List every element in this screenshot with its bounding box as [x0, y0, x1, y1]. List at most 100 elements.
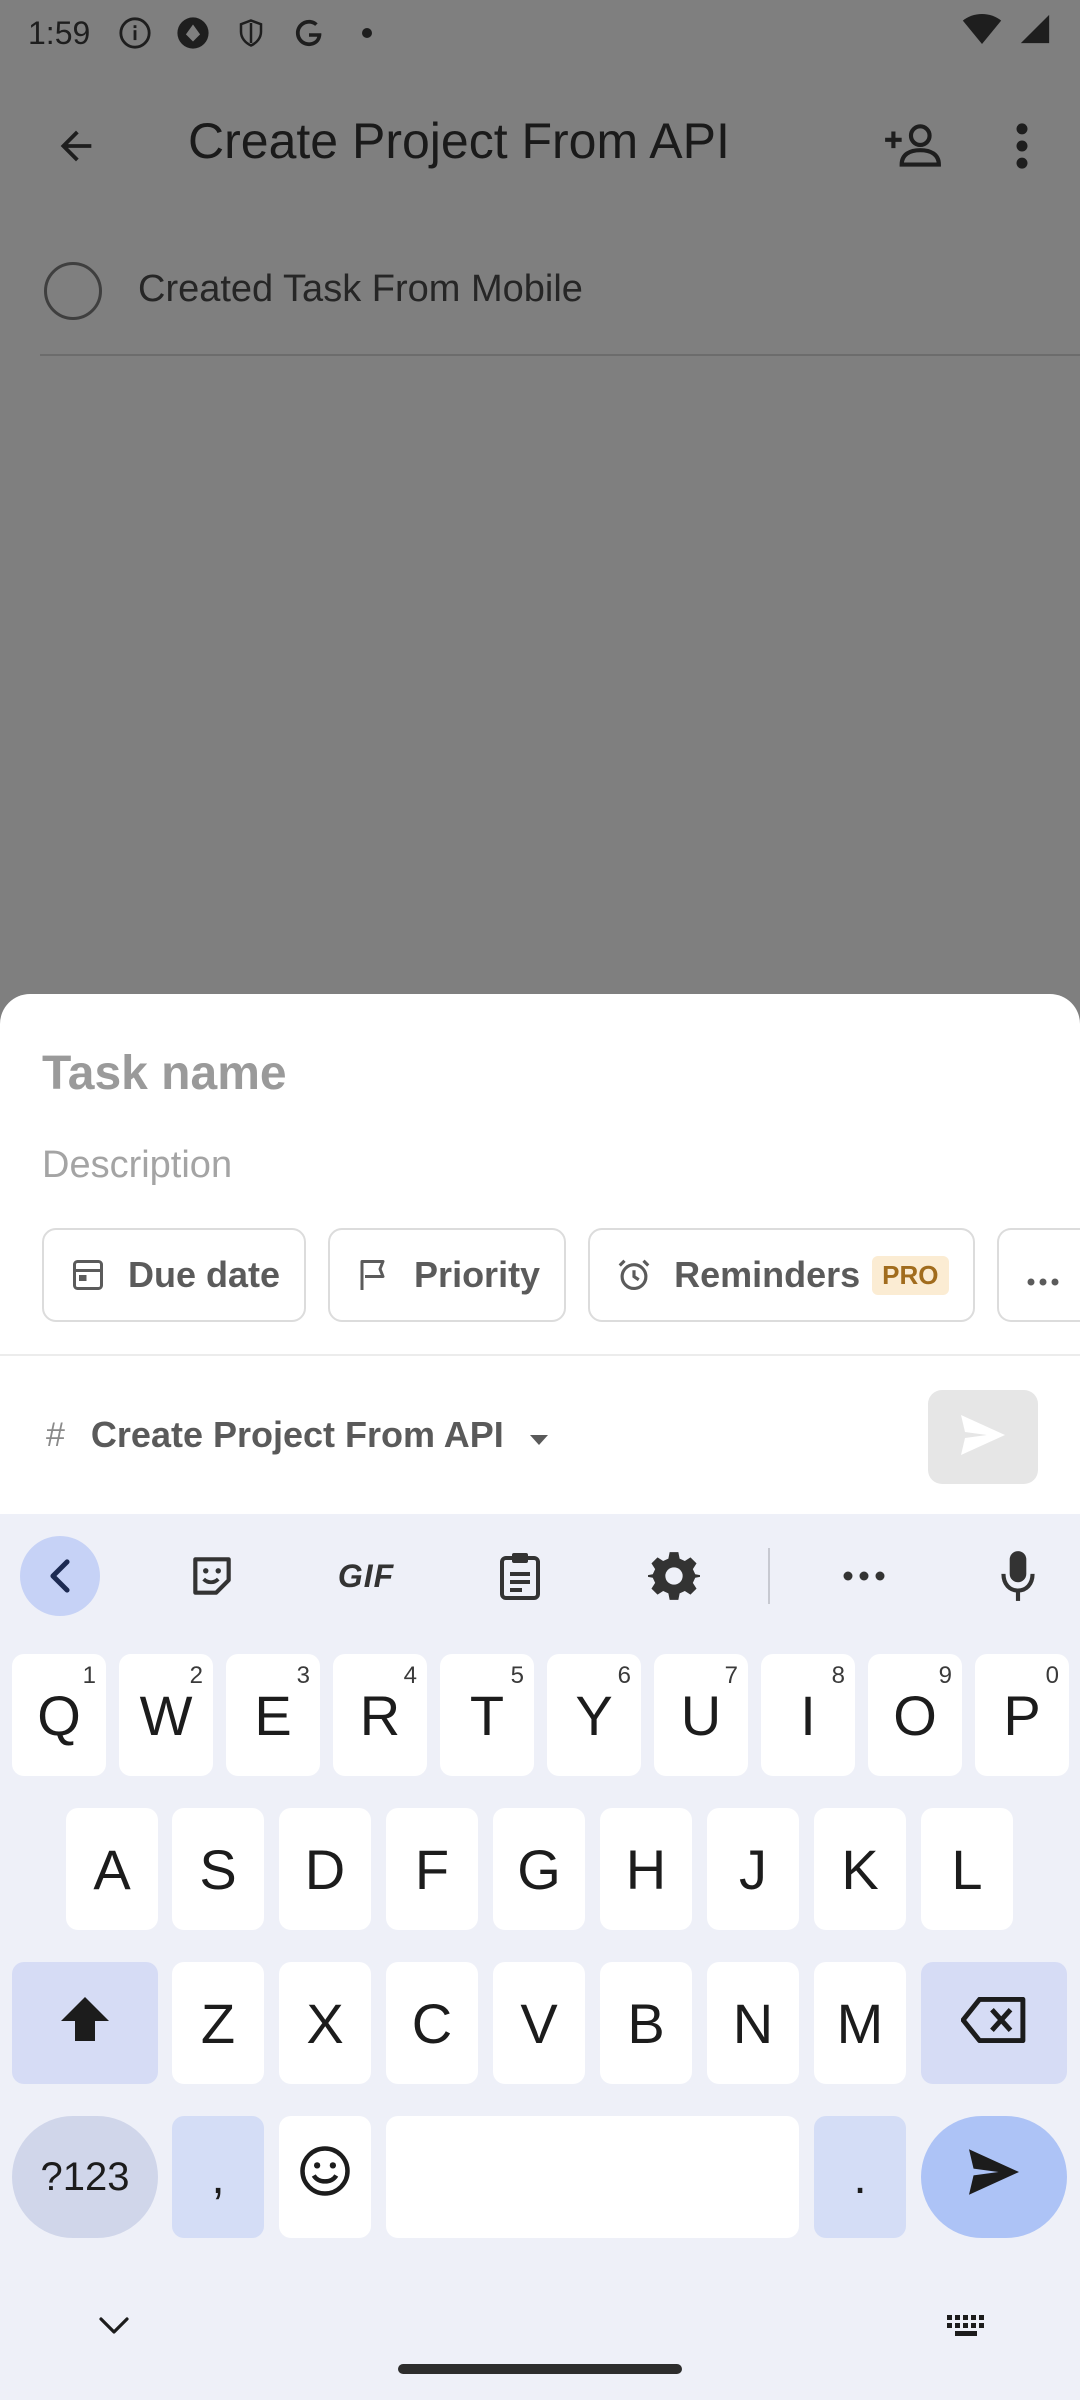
key-label: I: [800, 1683, 816, 1747]
key-l[interactable]: L: [921, 1808, 1013, 1930]
quick-add-sheet: Task name Description Due date Priority …: [0, 994, 1080, 1514]
page-title: Create Project From API: [188, 113, 730, 169]
due-date-chip[interactable]: Due date: [42, 1228, 307, 1322]
emoji-key[interactable]: [279, 2116, 371, 2238]
gif-button[interactable]: GIF: [326, 1536, 406, 1616]
key-h[interactable]: H: [600, 1808, 692, 1930]
sticker-icon[interactable]: [172, 1536, 252, 1616]
key-y[interactable]: Y6: [547, 1654, 641, 1776]
more-options-chip[interactable]: [996, 1228, 1080, 1322]
project-name: Create Project From API: [90, 1414, 504, 1455]
home-gesture-handle[interactable]: [398, 2364, 682, 2374]
key-hint: 3: [296, 1662, 310, 1689]
key-label: ,: [211, 2150, 225, 2204]
clipboard-icon[interactable]: [480, 1536, 560, 1616]
key-z[interactable]: Z: [172, 1962, 264, 2084]
key-label: W: [139, 1683, 193, 1747]
key-g[interactable]: G: [493, 1808, 585, 1930]
key-label: X: [306, 1991, 344, 2055]
key-s[interactable]: S: [172, 1808, 264, 1930]
key-c[interactable]: C: [386, 1962, 478, 2084]
key-label: V: [520, 1991, 558, 2055]
more-vert-icon[interactable]: [990, 110, 1054, 182]
key-d[interactable]: D: [279, 1808, 371, 1930]
task-title: Created Task From Mobile: [138, 268, 583, 310]
description-input[interactable]: Description: [42, 1144, 232, 1187]
hash-icon: #: [46, 1415, 65, 1454]
space-key[interactable]: [386, 2116, 799, 2238]
key-v[interactable]: V: [493, 1962, 585, 2084]
caret-down-icon: [528, 1414, 550, 1456]
key-i[interactable]: I8: [761, 1654, 855, 1776]
task-name-input[interactable]: Task name: [42, 1046, 287, 1101]
key-label: Q: [37, 1683, 81, 1747]
microphone-icon[interactable]: [978, 1536, 1058, 1616]
key-label: ?123: [40, 2154, 130, 2199]
pro-badge: PRO: [872, 1255, 949, 1295]
google-icon: [290, 14, 328, 52]
gif-label: GIF: [337, 1557, 395, 1594]
key-a[interactable]: A: [66, 1808, 158, 1930]
back-chevron-icon[interactable]: [20, 1536, 100, 1616]
navigation-bar: [0, 2260, 1080, 2400]
symbols-key[interactable]: ?123: [12, 2116, 158, 2238]
key-label: S: [199, 1837, 237, 1901]
add-person-icon[interactable]: [876, 110, 948, 182]
key-label: B: [627, 1991, 665, 2055]
key-x[interactable]: X: [279, 1962, 371, 2084]
key-hint: 1: [82, 1662, 96, 1689]
backspace-icon: [960, 1991, 1027, 2056]
key-label: .: [853, 2150, 867, 2204]
key-r[interactable]: R4: [333, 1654, 427, 1776]
divider: [0, 1354, 1080, 1356]
key-j[interactable]: J: [707, 1808, 799, 1930]
comma-key[interactable]: ,: [172, 2116, 264, 2238]
keyboard-switch-icon[interactable]: [940, 2298, 996, 2354]
key-label: Y: [575, 1683, 613, 1747]
shield-icon: [232, 14, 270, 52]
priority-chip[interactable]: Priority: [328, 1228, 567, 1322]
calendar-icon: [68, 1255, 108, 1295]
task-row[interactable]: Created Task From Mobile: [0, 240, 1080, 356]
more-horiz-icon[interactable]: [824, 1536, 904, 1616]
flag-icon: [354, 1255, 394, 1295]
priority-label: Priority: [414, 1254, 541, 1295]
key-n[interactable]: N: [707, 1962, 799, 2084]
key-label: M: [836, 1991, 884, 2055]
key-label: G: [517, 1837, 561, 1901]
key-label: H: [625, 1837, 667, 1901]
submit-task-button[interactable]: [928, 1390, 1038, 1484]
shift-key[interactable]: [12, 1962, 158, 2084]
key-label: E: [254, 1683, 292, 1747]
enter-send-key[interactable]: [921, 2116, 1067, 2238]
backspace-key[interactable]: [921, 1962, 1067, 2084]
key-b[interactable]: B: [600, 1962, 692, 2084]
key-hint: 4: [403, 1662, 417, 1689]
key-hint: 0: [1045, 1662, 1059, 1689]
key-u[interactable]: U7: [654, 1654, 748, 1776]
key-o[interactable]: O9: [868, 1654, 962, 1776]
more-horiz-icon: [1027, 1254, 1059, 1296]
key-t[interactable]: T5: [440, 1654, 534, 1776]
settings-gear-icon[interactable]: [634, 1536, 714, 1616]
app-notification-icon: [174, 14, 212, 52]
back-arrow-icon[interactable]: [44, 114, 108, 178]
key-k[interactable]: K: [814, 1808, 906, 1930]
key-f[interactable]: F: [386, 1808, 478, 1930]
project-selector[interactable]: # Create Project From API: [46, 1414, 550, 1456]
key-hint: 5: [510, 1662, 524, 1689]
task-checkbox[interactable]: [44, 262, 102, 320]
period-key[interactable]: .: [814, 2116, 906, 2238]
key-w[interactable]: W2: [119, 1654, 213, 1776]
emoji-icon: [298, 2144, 352, 2211]
key-label: R: [359, 1683, 401, 1747]
signal-icon: [1018, 12, 1052, 54]
key-q[interactable]: Q1: [12, 1654, 106, 1776]
app-bar: Create Project From API: [0, 90, 1080, 202]
reminders-chip[interactable]: Reminders PRO: [588, 1228, 975, 1322]
key-label: U: [680, 1683, 722, 1747]
key-p[interactable]: P0: [975, 1654, 1069, 1776]
key-e[interactable]: E3: [226, 1654, 320, 1776]
key-m[interactable]: M: [814, 1962, 906, 2084]
hide-keyboard-chevron-icon[interactable]: [86, 2298, 142, 2354]
